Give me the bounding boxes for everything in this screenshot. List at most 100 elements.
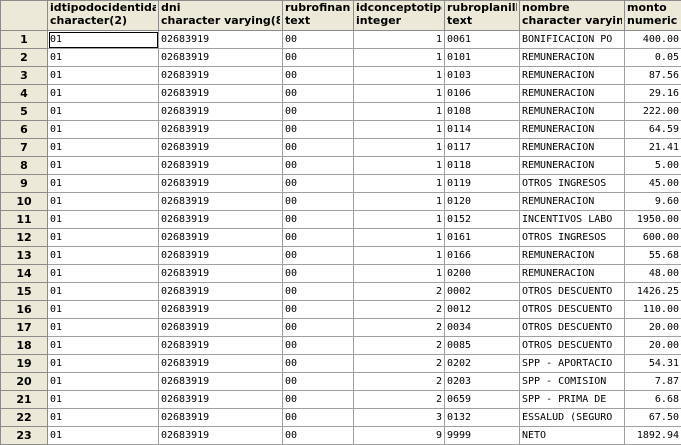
cell-monto[interactable]: 222.00 bbox=[625, 103, 681, 121]
cell-nombre[interactable]: REMUNERACION bbox=[520, 193, 625, 211]
table-row[interactable]: 2201026839190030132ESSALUD (SEGURO67.50 bbox=[1, 409, 681, 427]
cell-nombre[interactable]: REMUNERACION bbox=[520, 265, 625, 283]
column-header-monto[interactable]: monto numeric bbox=[625, 1, 681, 31]
cell-nombre[interactable]: OTROS DESCUENTO bbox=[520, 319, 625, 337]
row-number[interactable]: 4 bbox=[1, 85, 48, 103]
cell-nombre[interactable]: NETO bbox=[520, 427, 625, 445]
cell-rubroplanilla[interactable]: 0108 bbox=[445, 103, 520, 121]
cell-nombre[interactable]: OTROS INGRESOS bbox=[520, 175, 625, 193]
table-row[interactable]: 1801026839190020085OTROS DESCUENTO20.00 bbox=[1, 337, 681, 355]
cell-nombre[interactable]: REMUNERACION bbox=[520, 121, 625, 139]
cell-rubroplanilla[interactable]: 0120 bbox=[445, 193, 520, 211]
cell-idtipodocidentidad[interactable]: 01 bbox=[48, 283, 159, 301]
cell-rubroplanilla[interactable]: 0659 bbox=[445, 391, 520, 409]
cell-nombre[interactable]: INCENTIVOS LABO bbox=[520, 211, 625, 229]
cell-rubrofinanc[interactable]: 00 bbox=[283, 355, 354, 373]
cell-monto[interactable]: 400.00 bbox=[625, 31, 681, 49]
table-row[interactable]: 501026839190010108REMUNERACION222.00 bbox=[1, 103, 681, 121]
cell-rubrofinanc[interactable]: 00 bbox=[283, 211, 354, 229]
cell-rubrofinanc[interactable]: 00 bbox=[283, 283, 354, 301]
cell-idconceptotipo[interactable]: 2 bbox=[354, 301, 445, 319]
cell-nombre[interactable]: OTROS DESCUENTO bbox=[520, 301, 625, 319]
table-row[interactable]: 101026839190010061BONIFICACION PO400.00 bbox=[1, 31, 681, 49]
row-number[interactable]: 22 bbox=[1, 409, 48, 427]
row-number[interactable]: 18 bbox=[1, 337, 48, 355]
row-number[interactable]: 1 bbox=[1, 31, 48, 49]
cell-idtipodocidentidad[interactable]: 01 bbox=[48, 175, 159, 193]
cell-idconceptotipo[interactable]: 2 bbox=[354, 283, 445, 301]
row-number[interactable]: 11 bbox=[1, 211, 48, 229]
cell-nombre[interactable]: OTROS DESCUENTO bbox=[520, 337, 625, 355]
cell-idconceptotipo[interactable]: 1 bbox=[354, 157, 445, 175]
column-header-idconceptotipo[interactable]: idconceptotipo integer bbox=[354, 1, 445, 31]
cell-nombre[interactable]: OTROS DESCUENTO bbox=[520, 283, 625, 301]
cell-rubrofinanc[interactable]: 00 bbox=[283, 265, 354, 283]
cell-idconceptotipo[interactable]: 1 bbox=[354, 121, 445, 139]
table-row[interactable]: 401026839190010106REMUNERACION29.16 bbox=[1, 85, 681, 103]
row-number[interactable]: 3 bbox=[1, 67, 48, 85]
cell-monto[interactable]: 1426.25 bbox=[625, 283, 681, 301]
cell-idconceptotipo[interactable]: 1 bbox=[354, 139, 445, 157]
cell-idtipodocidentidad[interactable]: 01 bbox=[48, 337, 159, 355]
cell-dni[interactable]: 02683919 bbox=[159, 31, 283, 49]
cell-nombre[interactable]: REMUNERACION bbox=[520, 103, 625, 121]
row-number[interactable]: 13 bbox=[1, 247, 48, 265]
cell-rubroplanilla[interactable]: 0101 bbox=[445, 49, 520, 67]
cell-rubrofinanc[interactable]: 00 bbox=[283, 319, 354, 337]
cell-rubrofinanc[interactable]: 00 bbox=[283, 31, 354, 49]
column-header-rubrofinanc[interactable]: rubrofinanc text bbox=[283, 1, 354, 31]
row-number[interactable]: 14 bbox=[1, 265, 48, 283]
cell-idtipodocidentidad[interactable]: 01 bbox=[48, 211, 159, 229]
cell-dni[interactable]: 02683919 bbox=[159, 301, 283, 319]
row-number[interactable]: 16 bbox=[1, 301, 48, 319]
cell-rubroplanilla[interactable]: 0114 bbox=[445, 121, 520, 139]
row-number[interactable]: 10 bbox=[1, 193, 48, 211]
cell-idtipodocidentidad[interactable]: 01 bbox=[48, 301, 159, 319]
cell-monto[interactable]: 29.16 bbox=[625, 85, 681, 103]
table-row[interactable]: 1001026839190010120REMUNERACION9.60 bbox=[1, 193, 681, 211]
cell-dni[interactable]: 02683919 bbox=[159, 193, 283, 211]
cell-rubrofinanc[interactable]: 00 bbox=[283, 175, 354, 193]
row-number[interactable]: 5 bbox=[1, 103, 48, 121]
row-number[interactable]: 7 bbox=[1, 139, 48, 157]
cell-rubrofinanc[interactable]: 00 bbox=[283, 103, 354, 121]
cell-nombre[interactable]: ESSALUD (SEGURO bbox=[520, 409, 625, 427]
cell-rubroplanilla[interactable]: 0152 bbox=[445, 211, 520, 229]
cell-idconceptotipo[interactable]: 9 bbox=[354, 427, 445, 445]
cell-rubroplanilla[interactable]: 0161 bbox=[445, 229, 520, 247]
cell-monto[interactable]: 7.87 bbox=[625, 373, 681, 391]
cell-idtipodocidentidad[interactable]: 01 bbox=[48, 229, 159, 247]
cell-dni[interactable]: 02683919 bbox=[159, 85, 283, 103]
cell-rubrofinanc[interactable]: 00 bbox=[283, 85, 354, 103]
table-row[interactable]: 301026839190010103REMUNERACION87.56 bbox=[1, 67, 681, 85]
table-row[interactable]: 1101026839190010152INCENTIVOS LABO1950.0… bbox=[1, 211, 681, 229]
cell-monto[interactable]: 110.00 bbox=[625, 301, 681, 319]
cell-dni[interactable]: 02683919 bbox=[159, 49, 283, 67]
cell-idtipodocidentidad[interactable]: 01 bbox=[48, 247, 159, 265]
table-row[interactable]: 2001026839190020203SPP - COMISION7.87 bbox=[1, 373, 681, 391]
cell-monto[interactable]: 67.50 bbox=[625, 409, 681, 427]
cell-rubroplanilla[interactable]: 0085 bbox=[445, 337, 520, 355]
cell-dni[interactable]: 02683919 bbox=[159, 247, 283, 265]
cell-nombre[interactable]: REMUNERACION bbox=[520, 49, 625, 67]
cell-monto[interactable]: 600.00 bbox=[625, 229, 681, 247]
cell-idtipodocidentidad[interactable]: 01 bbox=[48, 67, 159, 85]
cell-rubroplanilla[interactable]: 0203 bbox=[445, 373, 520, 391]
cell-nombre[interactable]: REMUNERACION bbox=[520, 85, 625, 103]
cell-rubroplanilla[interactable]: 0034 bbox=[445, 319, 520, 337]
cell-rubroplanilla[interactable]: 0061 bbox=[445, 31, 520, 49]
cell-idconceptotipo[interactable]: 2 bbox=[354, 391, 445, 409]
table-row[interactable]: 701026839190010117REMUNERACION21.41 bbox=[1, 139, 681, 157]
cell-dni[interactable]: 02683919 bbox=[159, 121, 283, 139]
table-row[interactable]: 1901026839190020202SPP - APORTACIO54.31 bbox=[1, 355, 681, 373]
cell-idconceptotipo[interactable]: 1 bbox=[354, 49, 445, 67]
cell-idtipodocidentidad[interactable]: 01 bbox=[48, 355, 159, 373]
table-row[interactable]: 1501026839190020002OTROS DESCUENTO1426.2… bbox=[1, 283, 681, 301]
cell-monto[interactable]: 1950.00 bbox=[625, 211, 681, 229]
table-row[interactable]: 1601026839190020012OTROS DESCUENTO110.00 bbox=[1, 301, 681, 319]
row-number[interactable]: 23 bbox=[1, 427, 48, 445]
cell-rubroplanilla[interactable]: 0002 bbox=[445, 283, 520, 301]
cell-rubroplanilla[interactable]: 0106 bbox=[445, 85, 520, 103]
cell-dni[interactable]: 02683919 bbox=[159, 157, 283, 175]
cell-rubrofinanc[interactable]: 00 bbox=[283, 373, 354, 391]
